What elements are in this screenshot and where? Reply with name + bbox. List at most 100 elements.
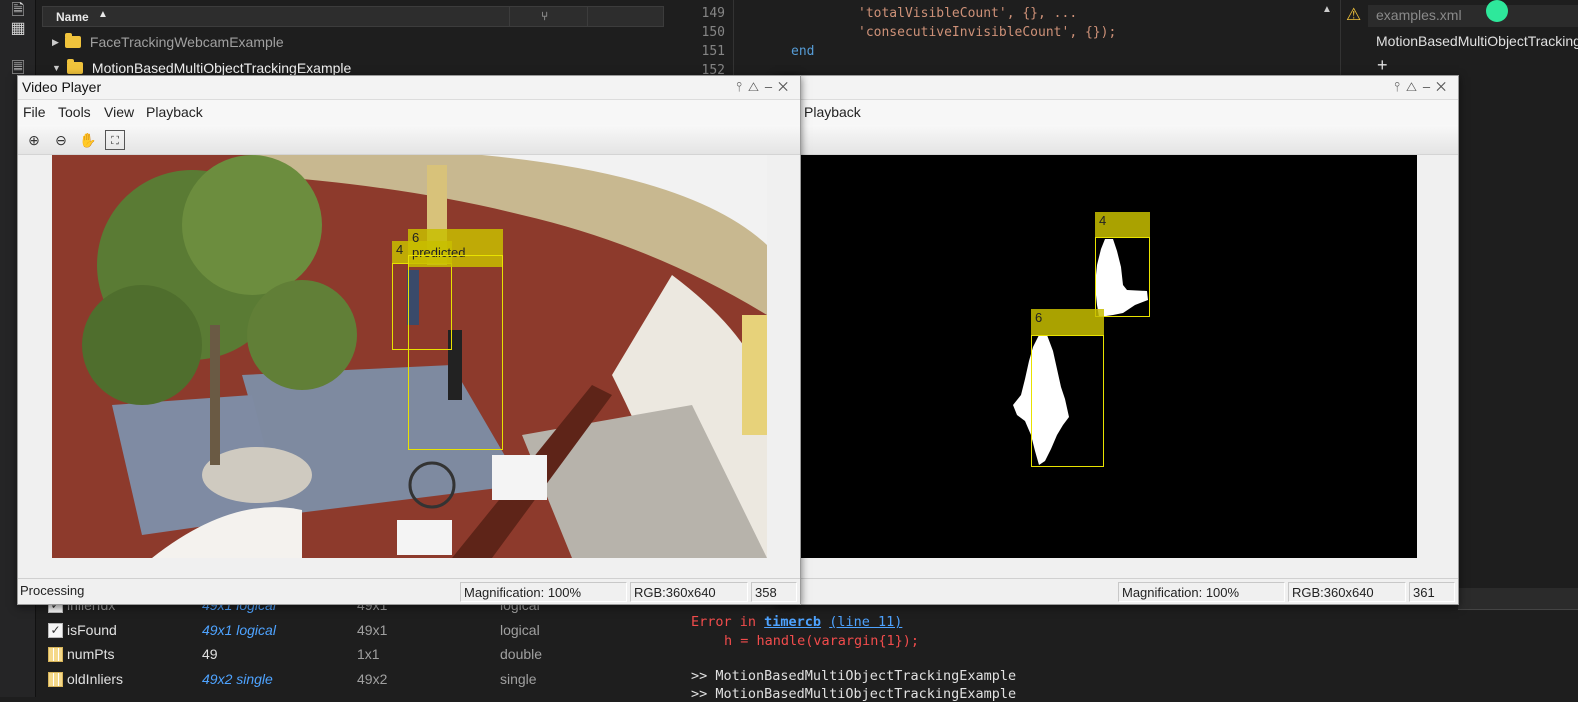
tree-canopy [182,155,322,295]
fit-to-window-icon[interactable]: ⛶ [105,130,125,150]
var-class: double [500,646,543,662]
error-code: h = handle(varargin{1}); [724,633,920,649]
video-canvas[interactable]: 4 6 [776,155,1458,578]
toolbar [776,125,1458,155]
code-line-149: 'totalVisibleCount', {}, ... [858,6,1078,21]
numeric-var-icon [48,647,63,662]
track-label: 4 [1095,212,1150,237]
magnification-readout: Magnification: 100% [460,582,627,602]
toolbar: ⊕ ⊖ ✋ ⛶ [18,125,800,155]
warning-icon[interactable]: ⚠ [1346,5,1364,24]
minimize-icon[interactable]: – [765,79,778,94]
status-text: Processing [20,583,85,598]
video-canvas[interactable]: 4 6 predicted [18,155,800,578]
tree-canopy [247,280,357,390]
zoom-in-icon[interactable]: ⊕ [24,130,44,150]
track-box [1031,335,1104,467]
zoom-out-icon[interactable]: ⊖ [51,130,71,150]
numeric-var-icon [48,672,63,687]
folder-label: FaceTrackingWebcamExample [89,34,284,50]
menu-tools[interactable]: Tools [58,104,91,120]
tree-trunk [210,325,220,465]
status-bar: Processing Magnification: 100% RGB:360x6… [18,578,800,604]
var-value: 49x2 single [202,671,273,687]
command-window[interactable]: Error in timercb (line 11) h = handle(va… [686,596,1578,702]
example-tab[interactable]: MotionBasedMultiObjectTracking [1368,31,1578,53]
line-number: 149 [701,6,725,21]
pin-icon[interactable]: ⫯ [736,79,748,94]
video-frame: 4 6 predicted [52,155,767,558]
pan-icon[interactable]: ✋ [78,130,98,150]
column-divider [587,7,588,26]
menu-playback[interactable]: Playback [146,104,203,120]
close-icon[interactable]: ✕ [778,79,794,94]
error-prefix: Error in [691,614,765,630]
file-browser-header[interactable]: Name ▲ ⑂ [42,6,664,27]
menu-file[interactable]: File [23,104,46,120]
close-icon[interactable]: ✕ [1436,79,1452,94]
frame-readout: 361 [1409,582,1455,602]
rgb-readout: RGB:360x640 [630,582,748,602]
var-size: 49x2 [357,671,388,687]
var-size: 1x1 [357,646,380,662]
error-line-link[interactable]: (line 11) [829,614,902,630]
folder-label: MotionBasedMultiObjectTrackingExample [91,60,352,76]
command-history-line: >> MotionBasedMultiObjectTrackingExample [691,668,1017,684]
menu-bar: File Tools View Playback [18,100,800,125]
var-name: isFound [67,622,117,638]
workspace-row[interactable]: oldInliers 49x2 single 49x2 single [42,668,668,692]
undock-icon[interactable]: △ [748,79,765,94]
name-column-header[interactable]: Name [56,10,89,24]
window-controls[interactable]: ⫯△–✕ [1394,79,1452,95]
var-value: 49x1 logical [202,622,276,638]
video-player-window-mask[interactable]: ⫯△–✕ Playback 4 6 Magnification: 100% RG… [775,75,1459,605]
window-titlebar[interactable]: ⫯△–✕ [776,76,1458,100]
video-player-window-frame[interactable]: Video Player ⫯△–✕ File Tools View Playba… [17,75,801,605]
layout-icon[interactable]: ▦ [7,18,29,40]
chair [397,520,452,555]
menu-bar: Playback [776,100,1458,125]
add-tab-button[interactable]: + [1377,55,1388,76]
window-controls[interactable]: ⫯△–✕ [736,79,794,95]
sort-ascending-icon: ▲ [98,9,108,20]
chair [492,455,547,500]
track-label: 6 [1031,309,1104,335]
folder-icon [66,59,83,74]
window-titlebar[interactable]: Video Player ⫯△–✕ [18,76,800,100]
var-size: 49x1 [357,622,388,638]
status-bar: Magnification: 100% RGB:360x640 361 [776,578,1458,604]
line-number: 151 [701,44,725,59]
code-line-151: end [791,44,815,59]
var-name: oldInliers [67,671,124,687]
code-editor[interactable]: 'totalVisibleCount', {}, ... 'consecutiv… [686,0,1338,75]
menu-view[interactable]: View [104,104,134,120]
folder-row[interactable]: ▶ FaceTrackingWebcamExample [52,31,284,53]
foreground-mask: 4 6 [795,155,1417,558]
error-function-link[interactable]: timercb [764,614,821,630]
var-name: numPts [67,646,115,662]
scroll-up-arrow-icon[interactable]: ▲ [1322,4,1332,15]
minimize-icon[interactable]: – [1423,79,1436,94]
column-divider [509,7,510,26]
undock-icon[interactable]: △ [1406,79,1423,94]
window-title: Video Player [22,79,102,95]
folder-icon [64,33,81,48]
logical-var-icon: ✓ [48,623,63,638]
workspace-row[interactable]: numPts 49 1x1 double [42,643,668,667]
collapse-arrow-icon[interactable]: ▼ [52,63,61,73]
track-id: 6 [412,230,420,245]
status-indicator [1486,0,1508,22]
command-history-line: >> MotionBasedMultiObjectTrackingExample [691,686,1017,702]
error-line: Error in timercb (line 11) [691,614,902,630]
column [742,315,767,435]
line-number: 150 [701,25,725,40]
var-class: single [500,671,537,687]
frame-readout: 358 [751,582,797,602]
pin-icon[interactable]: ⫯ [1394,79,1406,94]
file-tab-examples-xml[interactable]: examples.xml [1368,5,1578,27]
git-branch-icon: ⑂ [541,9,549,23]
expand-arrow-icon[interactable]: ▶ [52,37,59,48]
magnification-readout: Magnification: 100% [1118,582,1285,602]
workspace-row[interactable]: ✓ isFound 49x1 logical 49x1 logical [42,619,668,643]
menu-playback[interactable]: Playback [804,104,861,120]
